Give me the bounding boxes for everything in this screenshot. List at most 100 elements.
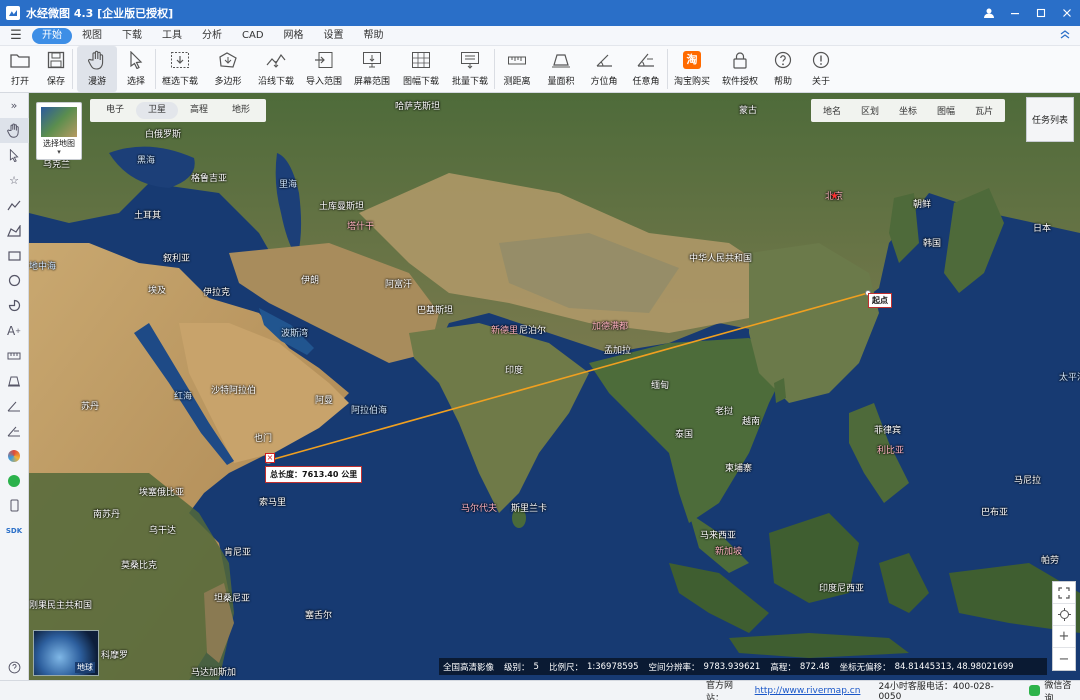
map-view[interactable]: 白俄罗斯 哈萨克斯坦 蒙古 乌克兰 黑海 格鲁吉亚 土耳其 地中海 叙利亚 伊拉… [29, 93, 1080, 680]
app-window: 水经微图 4.3 [企业版已授权] ☰ 开始 视图 下载 工具 分析 CAD 网… [0, 0, 1080, 700]
open-button[interactable]: 打开 [0, 46, 40, 92]
rectangle-icon[interactable] [0, 243, 29, 268]
place-label: 南苏丹 [93, 510, 121, 520]
batch-download-label: 批量下载 [451, 77, 488, 87]
taobao-buy-button[interactable]: 淘 淘宝购买 [668, 46, 716, 92]
locate-icon[interactable] [1053, 604, 1075, 626]
menu-download[interactable]: 下载 [112, 28, 152, 44]
save-button[interactable]: 保存 [40, 46, 72, 92]
sheet-download-button[interactable]: 图幅下载 [396, 46, 446, 92]
clear-measure-icon[interactable]: × [265, 453, 275, 463]
coord-value: 84.81445313, 48.98021699 [894, 661, 1014, 672]
scale-value: 1:36978595 [586, 661, 639, 672]
place-label: 朝鲜 [913, 200, 932, 210]
menu-view[interactable]: 视图 [72, 28, 112, 44]
polyline-icon[interactable] [0, 193, 29, 218]
task-list-button[interactable]: 任务列表 [1026, 97, 1074, 142]
maximize-icon[interactable] [1028, 0, 1054, 26]
license-button[interactable]: 软件授权 [716, 46, 764, 92]
layer-color-icon[interactable] [0, 443, 29, 468]
menu-help[interactable]: 帮助 [354, 28, 394, 44]
star-marker-icon[interactable]: ☆ [0, 168, 29, 193]
close-icon[interactable] [1054, 0, 1080, 26]
menu-analysis[interactable]: 分析 [192, 28, 232, 44]
help-button[interactable]: 帮助 [764, 46, 802, 92]
line-download-icon [265, 49, 287, 71]
place-label: 坦桑尼亚 [214, 594, 251, 604]
measure-distance-button[interactable]: 测距离 [495, 46, 539, 92]
toggle-divisions[interactable]: 区划 [851, 104, 889, 117]
about-label: 关于 [811, 77, 830, 87]
screen-range-button[interactable]: 屏幕范围 [348, 46, 396, 92]
collapse-ribbon-icon[interactable] [1050, 28, 1080, 43]
menu-tools[interactable]: 工具 [152, 28, 192, 44]
bearing-icon [593, 49, 615, 71]
expand-icon[interactable]: » [0, 93, 29, 118]
sector-icon[interactable] [0, 293, 29, 318]
pan-button[interactable]: 漫游 [77, 46, 117, 92]
place-label: 孟加拉 [604, 346, 632, 356]
map-thumbnail [41, 107, 77, 137]
help-label: 帮助 [773, 77, 792, 87]
map-type-terrain[interactable]: 地形 [220, 102, 262, 119]
import-range-button[interactable]: 导入范围 [300, 46, 348, 92]
box-download-button[interactable]: 框选下载 [156, 46, 204, 92]
area-draw-icon[interactable] [0, 218, 29, 243]
sheet-download-label: 图幅下载 [402, 77, 439, 87]
hand-tool-icon[interactable] [0, 118, 29, 143]
angle-button[interactable]: 任意角 [625, 46, 667, 92]
circle-icon[interactable] [0, 268, 29, 293]
text-tool-icon[interactable]: A + [0, 318, 29, 343]
polygon-button[interactable]: 多边形 [204, 46, 252, 92]
hamburger-menu-icon[interactable]: ☰ [0, 28, 32, 43]
menu-cad[interactable]: CAD [232, 28, 274, 44]
menu-start[interactable]: 开始 [32, 27, 72, 44]
place-label: 科摩罗 [101, 651, 129, 661]
map-type-electronic[interactable]: 电子 [94, 102, 136, 119]
map-type-satellite[interactable]: 卫星 [136, 102, 179, 119]
sdk-icon[interactable]: SDK [0, 518, 29, 543]
layer-picker[interactable]: 选择地图 ▾ [36, 102, 82, 160]
zoom-out-icon[interactable]: − [1053, 648, 1075, 670]
toggle-tiles[interactable]: 瓦片 [965, 104, 1003, 117]
phone-icon[interactable] [0, 493, 29, 518]
measure-area-button[interactable]: 量面积 [539, 46, 583, 92]
angle-label: 任意角 [632, 77, 660, 87]
menu-grid[interactable]: 网格 [274, 28, 314, 44]
elevation-label: 高程： [770, 662, 796, 673]
area-tool-icon[interactable] [0, 368, 29, 393]
place-label: 土库曼斯坦 [319, 202, 365, 212]
start-point-label: 起点 [868, 293, 892, 308]
chevron-down-icon: ▾ [57, 148, 61, 156]
fullscreen-icon[interactable] [1053, 582, 1075, 604]
about-button[interactable]: 关于 [802, 46, 840, 92]
batch-download-button[interactable]: 批量下载 [446, 46, 494, 92]
place-label: 蒙古 [739, 106, 758, 116]
bearing-tool-icon[interactable] [0, 393, 29, 418]
help-circle-icon[interactable] [0, 655, 29, 680]
select-button[interactable]: 选择 [117, 46, 155, 92]
map-type-elevation[interactable]: 高程 [178, 102, 220, 119]
line-download-button[interactable]: 沿线下载 [252, 46, 300, 92]
zoom-in-icon[interactable]: + [1053, 626, 1075, 648]
zoom-tools: + − [1052, 581, 1076, 671]
website-link[interactable]: http://www.rivermap.cn [755, 686, 861, 696]
toggle-sheets[interactable]: 图幅 [927, 104, 965, 117]
angle-tool-icon[interactable] [0, 418, 29, 443]
wechat-label: 微信咨询 [1044, 680, 1072, 700]
place-label: 利比亚 [877, 446, 905, 456]
globe-mode-button[interactable]: 地球 [33, 630, 99, 676]
menu-settings[interactable]: 设置 [314, 28, 354, 44]
user-icon[interactable] [976, 0, 1002, 26]
minimize-icon[interactable] [1002, 0, 1028, 26]
bearing-button[interactable]: 方位角 [583, 46, 625, 92]
place-label: 缅甸 [651, 381, 670, 391]
toggle-coordinates[interactable]: 坐标 [889, 104, 927, 117]
arrow-select-icon[interactable] [0, 143, 29, 168]
place-label: 马尼拉 [1014, 476, 1042, 486]
capital-star-icon: ★ [830, 191, 839, 202]
green-plugin-icon[interactable] [0, 468, 29, 493]
wechat-consult-button[interactable]: 微信咨询 [1029, 678, 1080, 700]
ruler-tool-icon[interactable] [0, 343, 29, 368]
toggle-place-names[interactable]: 地名 [813, 104, 851, 117]
